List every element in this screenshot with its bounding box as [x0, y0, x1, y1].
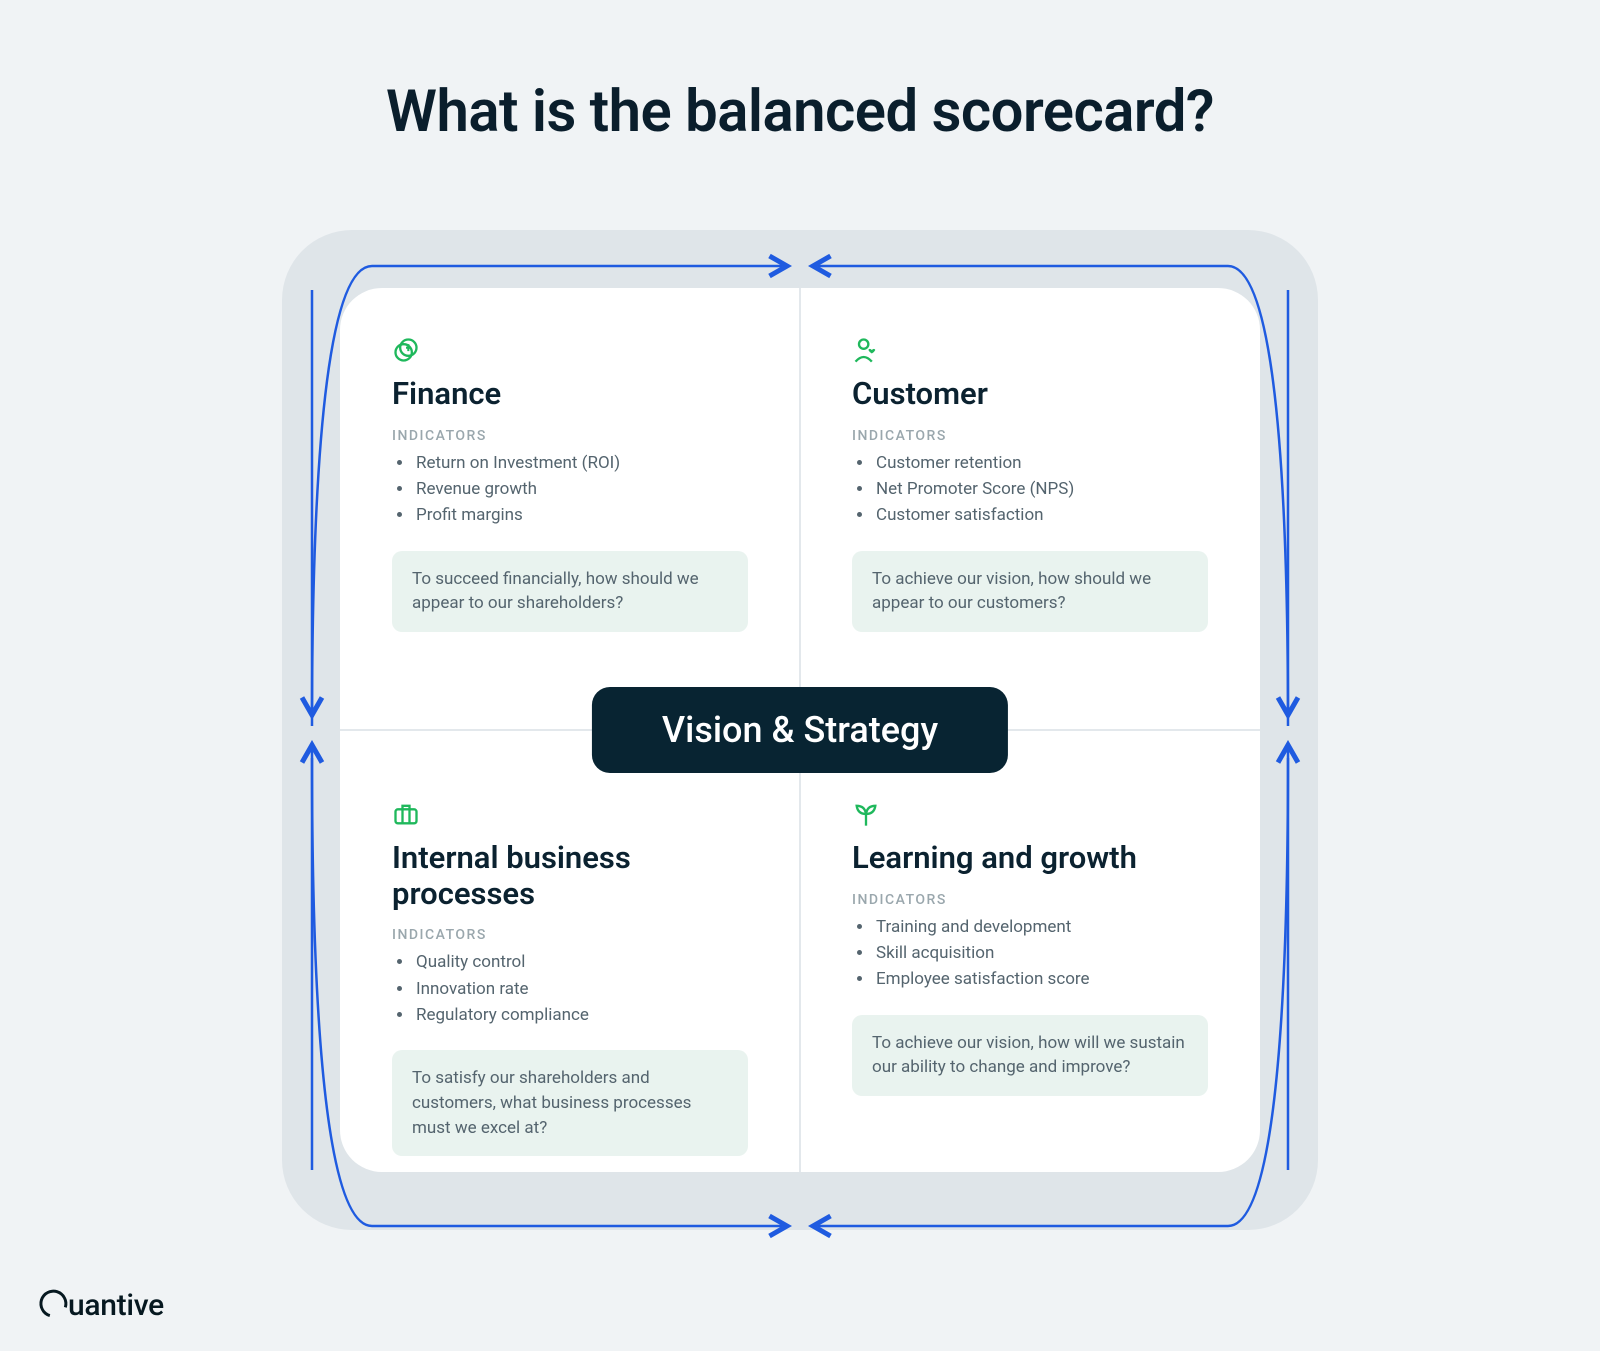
briefcase-icon [392, 800, 748, 832]
page-title: What is the balanced scorecard? [0, 0, 1600, 146]
list-item: Profit margins [414, 502, 748, 528]
finance-title: Finance [392, 376, 748, 412]
quadrant-internal: Internal business processes INDICATORS Q… [340, 730, 800, 1172]
list-item: Customer retention [874, 450, 1208, 476]
learning-title: Learning and growth [852, 840, 1208, 876]
brand-logo: uantive [38, 1287, 164, 1323]
list-item: Skill acquisition [874, 940, 1208, 966]
brand-q-icon [34, 1285, 72, 1323]
list-item: Innovation rate [414, 976, 748, 1002]
arrow-right [1276, 230, 1296, 1230]
arrow-top [282, 256, 1318, 296]
finance-question: To succeed financially, how should we ap… [392, 551, 748, 632]
quadrant-customer: Customer INDICATORS Customer retention N… [800, 288, 1260, 730]
list-item: Quality control [414, 949, 748, 975]
list-item: Revenue growth [414, 476, 748, 502]
quadrant-learning: Learning and growth INDICATORS Training … [800, 730, 1260, 1172]
internal-title: Internal business processes [392, 840, 748, 911]
indicators-label: INDICATORS [852, 428, 1208, 444]
customer-indicators: Customer retention Net Promoter Score (N… [852, 450, 1208, 529]
quadrant-finance: Finance INDICATORS Return on Investment … [340, 288, 800, 730]
diagram-frame: Finance INDICATORS Return on Investment … [282, 230, 1318, 1230]
list-item: Return on Investment (ROI) [414, 450, 748, 476]
arrow-left [304, 230, 324, 1230]
sprout-icon [852, 800, 1208, 832]
list-item: Training and development [874, 914, 1208, 940]
arrow-bottom [282, 1196, 1318, 1236]
vision-strategy-pill: Vision & Strategy [592, 687, 1008, 773]
learning-question: To achieve our vision, how will we susta… [852, 1015, 1208, 1096]
person-heart-icon [852, 336, 1208, 368]
finance-indicators: Return on Investment (ROI) Revenue growt… [392, 450, 748, 529]
scorecard-card: Finance INDICATORS Return on Investment … [340, 288, 1260, 1172]
customer-title: Customer [852, 376, 1208, 412]
internal-question: To satisfy our shareholders and customer… [392, 1050, 748, 1156]
list-item: Regulatory compliance [414, 1002, 748, 1028]
learning-indicators: Training and development Skill acquisiti… [852, 914, 1208, 993]
indicators-label: INDICATORS [392, 428, 748, 444]
brand-text: uantive [68, 1288, 164, 1323]
indicators-label: INDICATORS [392, 927, 748, 943]
list-item: Customer satisfaction [874, 502, 1208, 528]
coin-icon [392, 336, 748, 368]
customer-question: To achieve our vision, how should we app… [852, 551, 1208, 632]
internal-indicators: Quality control Innovation rate Regulato… [392, 949, 748, 1028]
list-item: Employee satisfaction score [874, 966, 1208, 992]
list-item: Net Promoter Score (NPS) [874, 476, 1208, 502]
indicators-label: INDICATORS [852, 892, 1208, 908]
